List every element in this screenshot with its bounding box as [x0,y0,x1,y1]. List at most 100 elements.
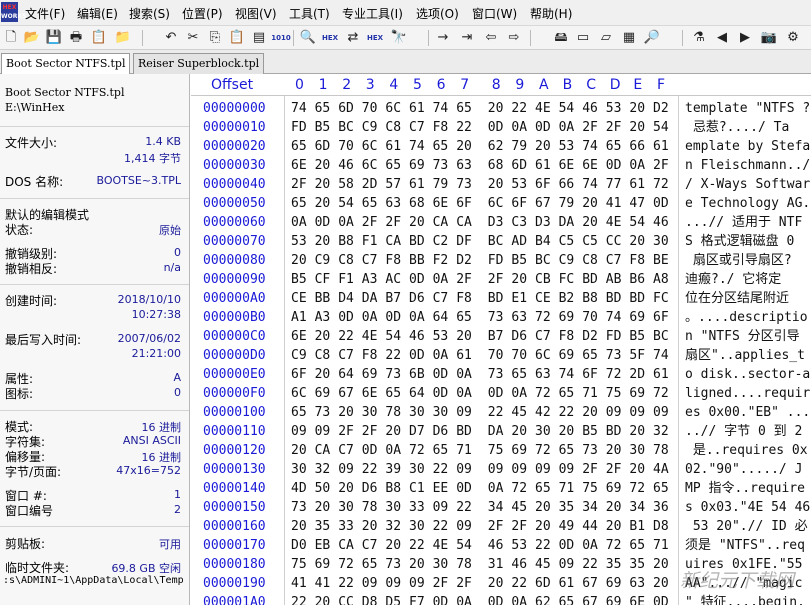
hex-byte[interactable]: C3 [511,213,527,232]
hex-byte[interactable]: 71 [653,536,669,555]
hex-byte[interactable]: 22 [511,574,527,593]
hex-byte[interactable]: 65 [433,441,449,460]
hex-byte[interactable]: 46 [338,156,354,175]
hex-byte[interactable]: 6F [511,194,527,213]
zoom-icon[interactable]: 🔎 [643,29,661,47]
hex-byte[interactable]: 4D [291,479,307,498]
hex-byte[interactable]: 2F [291,175,307,194]
hex-byte[interactable]: 20 [582,213,598,232]
hex-byte[interactable]: D2 [653,99,669,118]
hex-byte[interactable]: 2F [582,118,598,137]
offset-cell[interactable]: 000001A0 [203,593,266,605]
hex-byte[interactable]: 2F [362,422,378,441]
hex-byte[interactable]: 20 [385,536,401,555]
hex-byte[interactable]: C7 [362,536,378,555]
hex-byte[interactable]: 20 [338,403,354,422]
hex-byte[interactable]: 0D [559,536,575,555]
hex-byte[interactable]: 20 [629,422,645,441]
hex-byte[interactable]: 30 [629,441,645,460]
hex-byte[interactable]: 45 [535,555,551,574]
hex-byte[interactable]: 2F [606,460,622,479]
menu-item-2[interactable]: 搜索(S) [129,5,170,23]
previous-icon[interactable]: ◀ [713,29,731,47]
hex-byte[interactable]: 0D [338,308,354,327]
hex-byte[interactable]: 63 [629,574,645,593]
hex-byte[interactable]: 34 [488,498,504,517]
print-icon[interactable]: 🖶 [67,29,85,47]
hex-row[interactable]: 65 6D 70 6C 61 74 65 20 62 79 20 53 74 65 66 61 [285,137,679,156]
hex-byte[interactable]: 65 [315,99,331,118]
hex-byte[interactable]: 75 [582,479,598,498]
hex-byte[interactable]: 20 [315,232,331,251]
hex-byte[interactable]: D4 [338,289,354,308]
hex-byte[interactable]: 09 [559,460,575,479]
hex-byte[interactable]: D8 [362,593,378,605]
hex-byte[interactable]: 20 [606,517,622,536]
hex-byte[interactable]: D0 [291,536,307,555]
hex-byte[interactable]: 69 [629,384,645,403]
hex-byte[interactable]: 49 [559,517,575,536]
hex-byte[interactable]: 22 [433,460,449,479]
hex-byte[interactable]: 72 [535,384,551,403]
offset-cell[interactable]: 00000110 [203,422,266,441]
hex-byte[interactable]: 65 [582,346,598,365]
hex-row[interactable]: 65 20 54 65 63 68 6E 6F 6C 6F 67 79 20 41 47 0D [285,194,679,213]
hex-byte[interactable]: 2F [606,118,622,137]
hex-byte[interactable]: 6F [582,365,598,384]
hex-byte[interactable]: 09 [433,498,449,517]
hex-byte[interactable]: B4 [535,232,551,251]
hex-byte[interactable]: BD [582,270,598,289]
back-icon[interactable]: ⇦ [482,29,500,47]
hex-byte[interactable]: 74 [606,308,622,327]
offset-cell[interactable]: 00000140 [203,479,266,498]
hex-byte[interactable]: 2F [456,270,472,289]
hex-byte[interactable]: 57 [385,175,401,194]
hex-byte[interactable]: 20 [338,479,354,498]
hex-byte[interactable]: 22 [338,574,354,593]
hex-byte[interactable]: 0D [385,308,401,327]
hex-byte[interactable]: A1 [291,308,307,327]
data-interpreter-icon[interactable]: ⚗ [690,29,708,47]
text-row[interactable]: MP 指令..require [685,479,805,498]
hex-row[interactable]: 4D 50 20 D6 B8 C1 EE 0D 0A 72 65 71 75 69 72 65 [285,479,679,498]
hex-byte[interactable]: C1 [409,479,425,498]
hex-byte[interactable]: BD [629,289,645,308]
hex-byte[interactable]: 74 [291,99,307,118]
hex-byte[interactable]: 54 [456,536,472,555]
hex-byte[interactable]: B5 [582,422,598,441]
offset-cell[interactable]: 00000120 [203,441,266,460]
hex-byte[interactable]: 4E [362,327,378,346]
hex-byte[interactable]: 79 [433,175,449,194]
goto-offset-icon[interactable]: → [434,29,452,47]
text-row[interactable]: es 0x00."EB" ... [685,403,810,422]
hex-byte[interactable]: 6D [511,156,527,175]
menu-item-0[interactable]: 文件(F) [25,5,65,23]
offset-cell[interactable]: 000000E0 [203,365,266,384]
offset-cell[interactable]: 00000050 [203,194,266,213]
hex-byte[interactable]: 09 [291,422,307,441]
settings-icon[interactable]: ⚙ [784,29,802,47]
undo-icon[interactable]: ↶ [162,29,180,47]
hex-byte[interactable]: 30 [385,498,401,517]
hex-byte[interactable]: 79 [559,194,575,213]
hex-byte[interactable]: CB [535,270,551,289]
hex-row[interactable]: D0 EB CA C7 20 22 4E 54 46 53 22 0D 0A 72 65 71 [285,536,679,555]
hex-byte[interactable]: 2F [488,270,504,289]
hex-byte[interactable]: B5 [315,118,331,137]
hex-byte[interactable]: 20 [629,232,645,251]
hex-byte[interactable]: DA [362,289,378,308]
hex-byte[interactable]: D2 [456,251,472,270]
hex-byte[interactable]: 20 [315,175,331,194]
hex-byte[interactable]: 30 [433,555,449,574]
hex-byte[interactable]: DA [488,422,504,441]
hex-byte[interactable]: 75 [606,384,622,403]
hex-byte[interactable]: 46 [653,213,669,232]
hex-byte[interactable]: 70 [362,99,378,118]
hex-byte[interactable]: 6E [433,194,449,213]
menu-item-4[interactable]: 视图(V) [235,5,277,23]
hex-byte[interactable]: 30 [291,460,307,479]
hex-byte[interactable]: 09 [606,403,622,422]
hex-byte[interactable]: 78 [456,555,472,574]
hex-byte[interactable]: 71 [456,441,472,460]
hex-byte[interactable]: D7 [409,422,425,441]
